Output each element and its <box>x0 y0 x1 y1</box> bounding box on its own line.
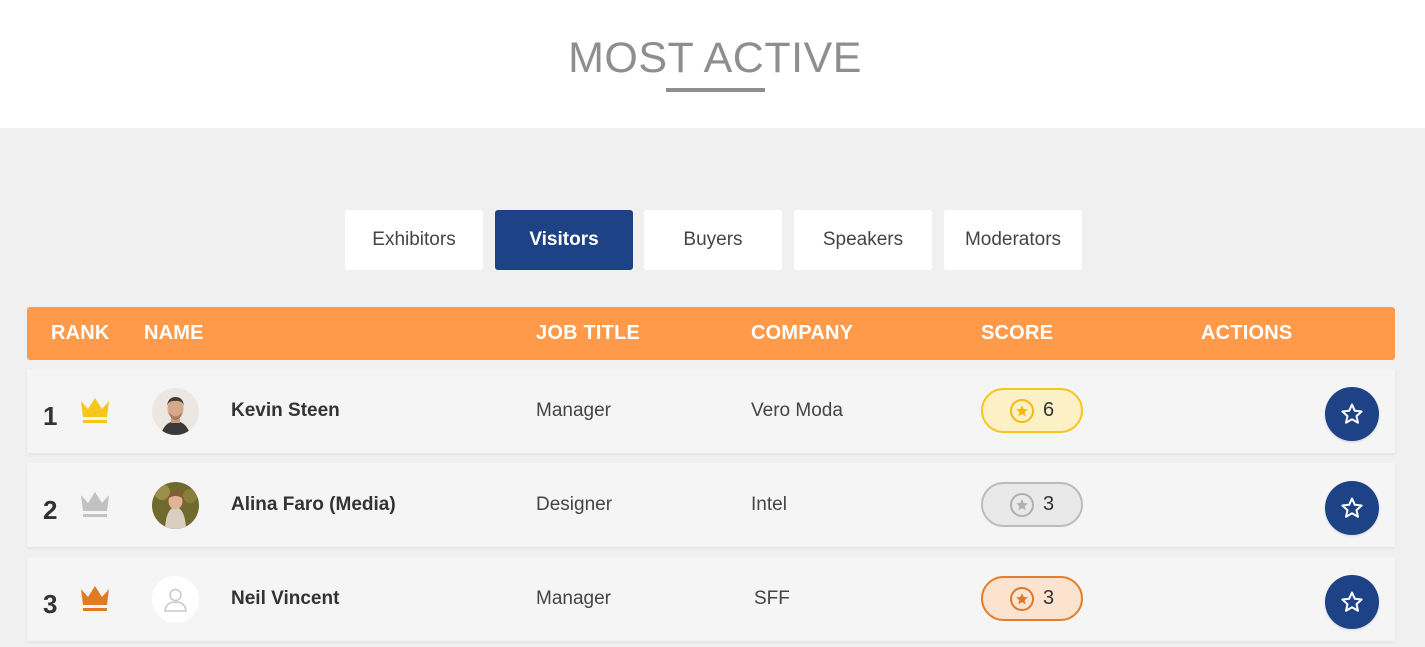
tab-visitors[interactable]: Visitors <box>495 210 633 270</box>
job-title: Manager <box>536 400 611 421</box>
score-value: 3 <box>1043 493 1055 515</box>
score-badge: 3 <box>981 482 1083 527</box>
avatar <box>152 482 199 529</box>
score-value: 6 <box>1043 399 1055 421</box>
title-underline <box>666 88 765 92</box>
page-title: MOST ACTIVE <box>568 34 862 82</box>
column-header-company: COMPANY <box>751 322 854 344</box>
crown-icon <box>81 586 109 611</box>
tab-exhibitors[interactable]: Exhibitors <box>345 210 483 270</box>
visitor-name: Neil Vincent <box>231 588 340 609</box>
rank-number: 1 <box>43 401 58 431</box>
star-icon <box>1010 398 1034 423</box>
column-header-actions: ACTIONS <box>1201 322 1293 344</box>
company-name: Intel <box>751 494 787 515</box>
star-icon <box>1010 492 1034 517</box>
job-title: Designer <box>536 494 613 515</box>
header-section: MOST ACTIVE <box>0 0 1425 128</box>
column-header-score: SCORE <box>981 322 1054 344</box>
tab-buyers[interactable]: Buyers <box>644 210 782 270</box>
star-icon <box>1010 586 1034 611</box>
table-header: RANK NAME JOB TITLE COMPANY SCORE ACTION… <box>27 307 1395 360</box>
star-outline-icon <box>1341 497 1363 518</box>
visitor-name: Kevin Steen <box>231 400 340 421</box>
star-outline-icon <box>1341 591 1363 612</box>
tab-moderators[interactable]: Moderators <box>944 210 1082 270</box>
table-row: 3 Neil Vincent Manager SFF 3 <box>27 557 1395 641</box>
rank-number: 2 <box>43 495 58 525</box>
favorite-button[interactable] <box>1325 575 1379 629</box>
crown-icon <box>81 492 109 517</box>
user-silhouette-icon <box>152 576 199 623</box>
table-row: 1 Kevin Steen Manager Vero Moda 6 <box>27 369 1395 453</box>
table-row: 2 Alina Faro (Media) Designer Intel 3 <box>27 463 1395 547</box>
column-header-rank: RANK <box>51 322 110 344</box>
favorite-button[interactable] <box>1325 481 1379 535</box>
avatar <box>152 576 199 623</box>
tab-speakers[interactable]: Speakers <box>794 210 932 270</box>
company-name: SFF <box>754 588 790 609</box>
visitor-name: Alina Faro (Media) <box>231 494 396 515</box>
company-name: Vero Moda <box>751 400 843 421</box>
column-header-job-title: JOB TITLE <box>536 322 641 344</box>
category-tabs: Exhibitors Visitors Buyers Speakers Mode… <box>0 210 1425 270</box>
column-header-name: NAME <box>144 322 204 344</box>
score-badge: 3 <box>981 576 1083 621</box>
star-outline-icon <box>1341 403 1363 424</box>
rank-number: 3 <box>43 589 58 619</box>
score-badge: 6 <box>981 388 1083 433</box>
avatar <box>152 388 199 435</box>
favorite-button[interactable] <box>1325 387 1379 441</box>
score-value: 3 <box>1043 587 1055 609</box>
crown-icon <box>81 398 109 423</box>
job-title: Manager <box>536 588 611 609</box>
